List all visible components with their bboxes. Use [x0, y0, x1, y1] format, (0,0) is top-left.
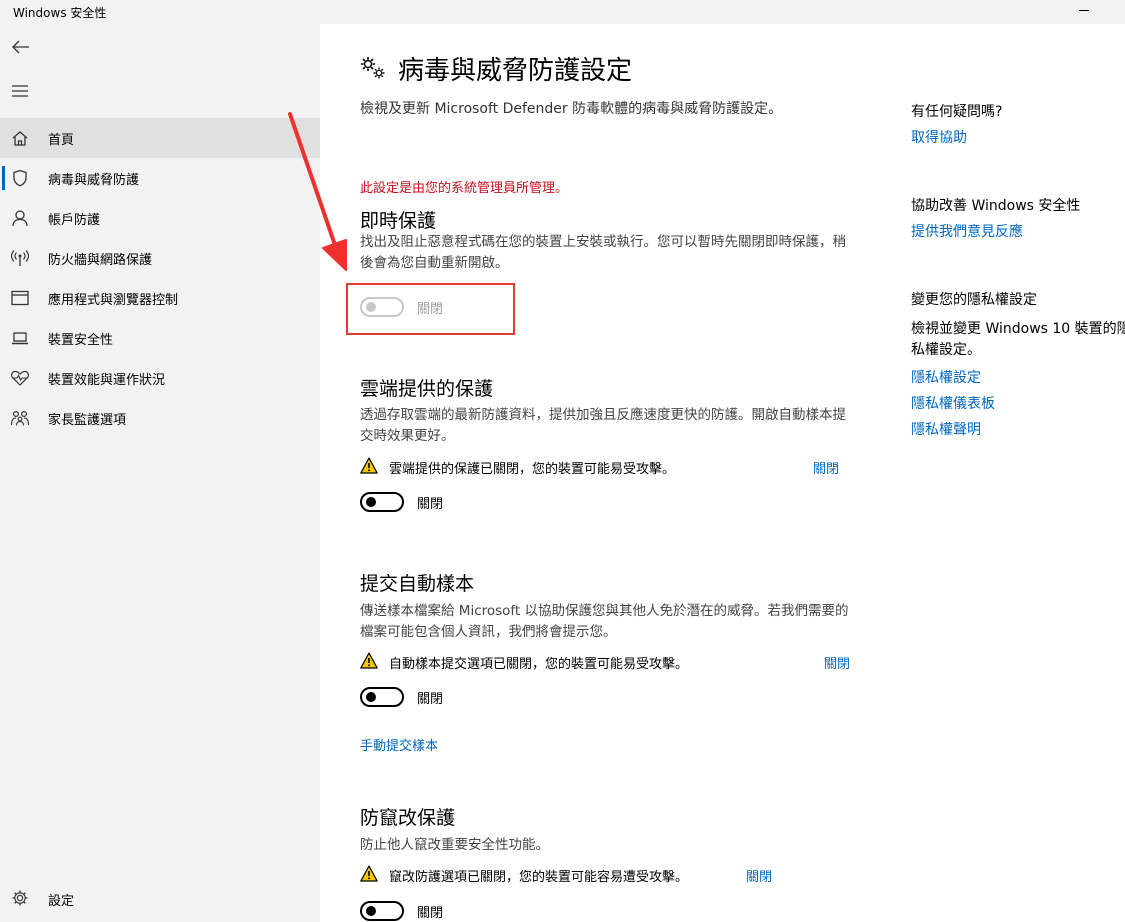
sidebar-item-family-options[interactable]: 家長監護選項	[0, 398, 320, 438]
gears-icon	[361, 57, 385, 79]
cloud-protection-toggle-row: 關閉	[360, 492, 560, 514]
sidebar-item-label: 裝置效能與運作狀況	[48, 373, 166, 388]
privacy-statement-link[interactable]: 隱私權聲明	[911, 419, 981, 439]
help-heading: 有任何疑問嗎?	[911, 104, 1003, 120]
right-panel: 有任何疑問嗎? 取得協助 協助改善 Windows 安全性 提供我們意見反應 變…	[911, 0, 1125, 922]
warning-text: 自動樣本提交選項已關閉，您的裝置可能易受攻擊。	[389, 657, 689, 672]
settings-label: 設定	[48, 894, 75, 909]
admin-managed-note: 此設定是由您的系統管理員所管理。	[360, 181, 569, 196]
page-description: 檢視及更新 Microsoft Defender 防毒軟體的病毒與威脅防護設定。	[360, 101, 783, 117]
warning-icon	[360, 457, 378, 474]
warning-icon	[360, 652, 378, 669]
family-icon	[10, 410, 30, 426]
privacy-description: 檢視並變更 Windows 10 裝置的隱私權設定。	[911, 321, 1125, 358]
sample-submission-title: 提交自動樣本	[360, 573, 475, 595]
sidebar-item-home[interactable]: 首頁	[0, 118, 320, 158]
heart-pulse-icon	[11, 370, 29, 386]
sample-submission-toggle-row: 關閉	[360, 687, 560, 709]
cloud-protection-description: 透過存取雲端的最新防護資料，提供加強且反應速度更快的防護。開啟自動樣本提交時效果…	[360, 407, 846, 444]
warning-text: 雲端提供的保護已關閉，您的裝置可能易受攻擊。	[389, 462, 676, 477]
sidebar-item-device-performance[interactable]: 裝置效能與運作狀況	[0, 358, 320, 398]
toggle-knob	[366, 692, 376, 702]
tamper-warning-dismiss-link[interactable]: 關閉	[746, 866, 772, 885]
privacy-heading: 變更您的隱私權設定	[911, 292, 1037, 308]
get-help-link[interactable]: 取得協助	[911, 127, 967, 147]
annotation-arrow-icon	[288, 112, 347, 271]
person-icon	[12, 210, 28, 227]
shield-icon	[13, 169, 27, 187]
sidebar-item-label: 病毒與威脅防護	[48, 173, 140, 188]
tamper-protection-toggle-row: 關閉	[360, 901, 560, 922]
cloud-warning-dismiss-link[interactable]: 關閉	[813, 458, 839, 477]
cloud-protection-warning: 雲端提供的保護已關閉，您的裝置可能易受攻擊。 關閉	[360, 456, 850, 478]
sidebar-item-account-protection[interactable]: 帳戶防護	[0, 198, 320, 238]
sidebar-item-device-security[interactable]: 裝置安全性	[0, 318, 320, 358]
privacy-dashboard-link[interactable]: 隱私權儀表板	[911, 393, 995, 413]
sample-submission-description: 傳送樣本檔案給 Microsoft 以協助保護您與其他人免於潛在的威脅。若我們需…	[360, 603, 849, 640]
tamper-protection-title: 防竄改保護	[360, 807, 456, 829]
back-button[interactable]	[0, 32, 48, 62]
cloud-protection-title: 雲端提供的保護	[360, 378, 494, 400]
toggle-knob	[366, 906, 376, 916]
manual-submit-sample-link[interactable]: 手動提交樣本	[360, 735, 438, 754]
selection-indicator	[2, 166, 5, 190]
warning-text: 竄改防護選項已關閉，您的裝置可能容易遭受攻擊。	[389, 870, 689, 885]
back-arrow-icon	[12, 40, 29, 54]
improve-heading: 協助改善 Windows 安全性	[911, 198, 1081, 214]
sample-submission-warning: 自動樣本提交選項已關閉，您的裝置可能易受攻擊。 關閉	[360, 651, 860, 673]
window-title: Windows 安全性	[13, 6, 107, 20]
sample-warning-dismiss-link[interactable]: 關閉	[824, 653, 850, 672]
toggle-state-label: 關閉	[417, 692, 444, 707]
sidebar-item-firewall[interactable]: 防火牆與網路保護	[0, 238, 320, 278]
sidebar-item-label: 帳戶防護	[48, 213, 101, 228]
sidebar-item-label: 家長監護選項	[48, 413, 127, 428]
cloud-protection-toggle[interactable]	[360, 492, 404, 512]
antenna-icon	[11, 250, 29, 266]
realtime-protection-title: 即時保護	[360, 210, 437, 232]
gear-icon	[12, 890, 28, 906]
sidebar-item-app-browser-control[interactable]: 應用程式與瀏覽器控制	[0, 278, 320, 318]
sidebar-item-virus-protection[interactable]: 病毒與威脅防護	[0, 158, 320, 198]
sidebar-item-settings[interactable]: 設定	[0, 880, 320, 916]
sidebar-item-label: 裝置安全性	[48, 333, 114, 348]
laptop-icon	[12, 332, 28, 345]
realtime-protection-description: 找出及阻止惡意程式碼在您的裝置上安裝或執行。您可以暫時先關閉即時保護，稍後會為您…	[360, 234, 846, 271]
hamburger-icon	[12, 85, 28, 97]
toggle-knob	[366, 497, 376, 507]
tamper-protection-toggle[interactable]	[360, 901, 404, 921]
warning-icon	[360, 865, 378, 882]
sample-submission-toggle[interactable]	[360, 687, 404, 707]
tamper-protection-warning: 竄改防護選項已關閉，您的裝置可能容易遭受攻擊。 關閉	[360, 864, 810, 886]
sidebar-item-label: 首頁	[48, 133, 75, 148]
feedback-link[interactable]: 提供我們意見反應	[911, 221, 1023, 241]
toggle-state-label: 關閉	[417, 906, 444, 921]
sidebar-item-label: 應用程式與瀏覽器控制	[48, 293, 179, 308]
page-title: 病毒與威脅防護設定	[398, 56, 633, 86]
app-window-icon	[11, 290, 29, 306]
privacy-settings-link[interactable]: 隱私權設定	[911, 367, 981, 387]
toggle-state-label: 關閉	[417, 497, 444, 512]
sidebar: 首頁 病毒與威脅防護 帳戶防護 防火牆與網路保護 應用程式與瀏覽器控制 裝置安全…	[0, 24, 320, 922]
hamburger-menu-button[interactable]	[0, 76, 48, 106]
sidebar-item-label: 防火牆與網路保護	[48, 253, 153, 268]
tamper-protection-description: 防止他人竄改重要安全性功能。	[360, 837, 549, 853]
annotation-highlight-box	[346, 283, 515, 335]
home-icon	[12, 131, 28, 146]
